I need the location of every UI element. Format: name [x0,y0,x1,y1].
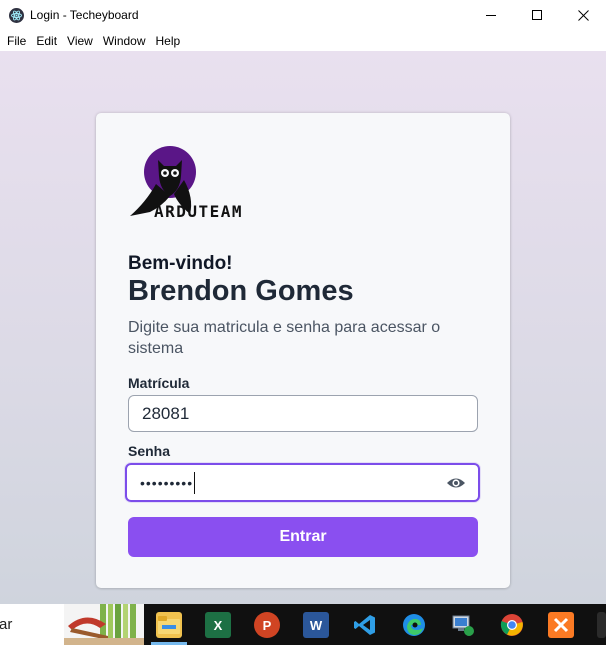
overflow-app-icon[interactable] [597,612,606,638]
arduteam-logo: ARDUTEAM [130,146,243,221]
text-caret [194,471,196,494]
menu-window[interactable]: Window [98,31,151,51]
taskbar-search[interactable]: ar [0,604,144,645]
welcome-heading: Bem-vindo! [128,253,233,274]
matricula-value: 28081 [142,403,190,423]
app-content: ARDUTEAM Bem-vindo! Brendon Gomes Digite… [0,51,606,604]
file-explorer-icon[interactable] [156,612,182,638]
search-text: ar [0,616,13,633]
window-titlebar[interactable]: Login - Techeyboard [0,0,606,31]
senha-label: Senha [128,443,171,459]
menu-edit[interactable]: Edit [31,31,62,51]
powerpoint-icon[interactable]: P [254,612,280,638]
menu-file[interactable]: File [2,31,31,51]
minimize-icon [485,15,496,16]
user-name: Brendon Gomes [128,275,354,307]
chrome-icon[interactable] [499,612,525,638]
login-card: ARDUTEAM Bem-vindo! Brendon Gomes Digite… [96,113,510,588]
close-button[interactable] [560,0,606,31]
search-highlight-art [64,604,144,645]
senha-value: ••••••••• [140,474,194,491]
menu-bar: File Edit View Window Help [0,31,606,51]
excel-icon[interactable]: X [205,612,231,638]
xampp-icon[interactable] [548,612,574,638]
menu-help[interactable]: Help [151,31,186,51]
logo-wordmark: ARDUTEAM [154,202,243,221]
vscode-icon[interactable] [352,612,378,638]
maximize-button[interactable] [514,0,560,31]
login-subtitle: Digite sua matricula e senha para acessa… [128,319,441,357]
window-title: Login - Techeyboard [30,8,139,22]
electron-icon [9,8,24,23]
senha-input[interactable]: ••••••••• [125,463,480,502]
matricula-label: Matrícula [128,375,190,391]
matricula-input[interactable]: 28081 [128,395,478,432]
eye-icon[interactable] [446,475,466,491]
close-icon [577,10,589,21]
maximize-icon [531,10,542,20]
network-icon[interactable] [450,612,476,638]
taskbar: ar X P W [0,604,606,645]
edge-icon[interactable] [401,612,427,638]
word-icon[interactable]: W [303,612,329,638]
minimize-button[interactable] [468,0,514,31]
submit-button[interactable]: Entrar [128,517,478,557]
menu-view[interactable]: View [62,31,98,51]
